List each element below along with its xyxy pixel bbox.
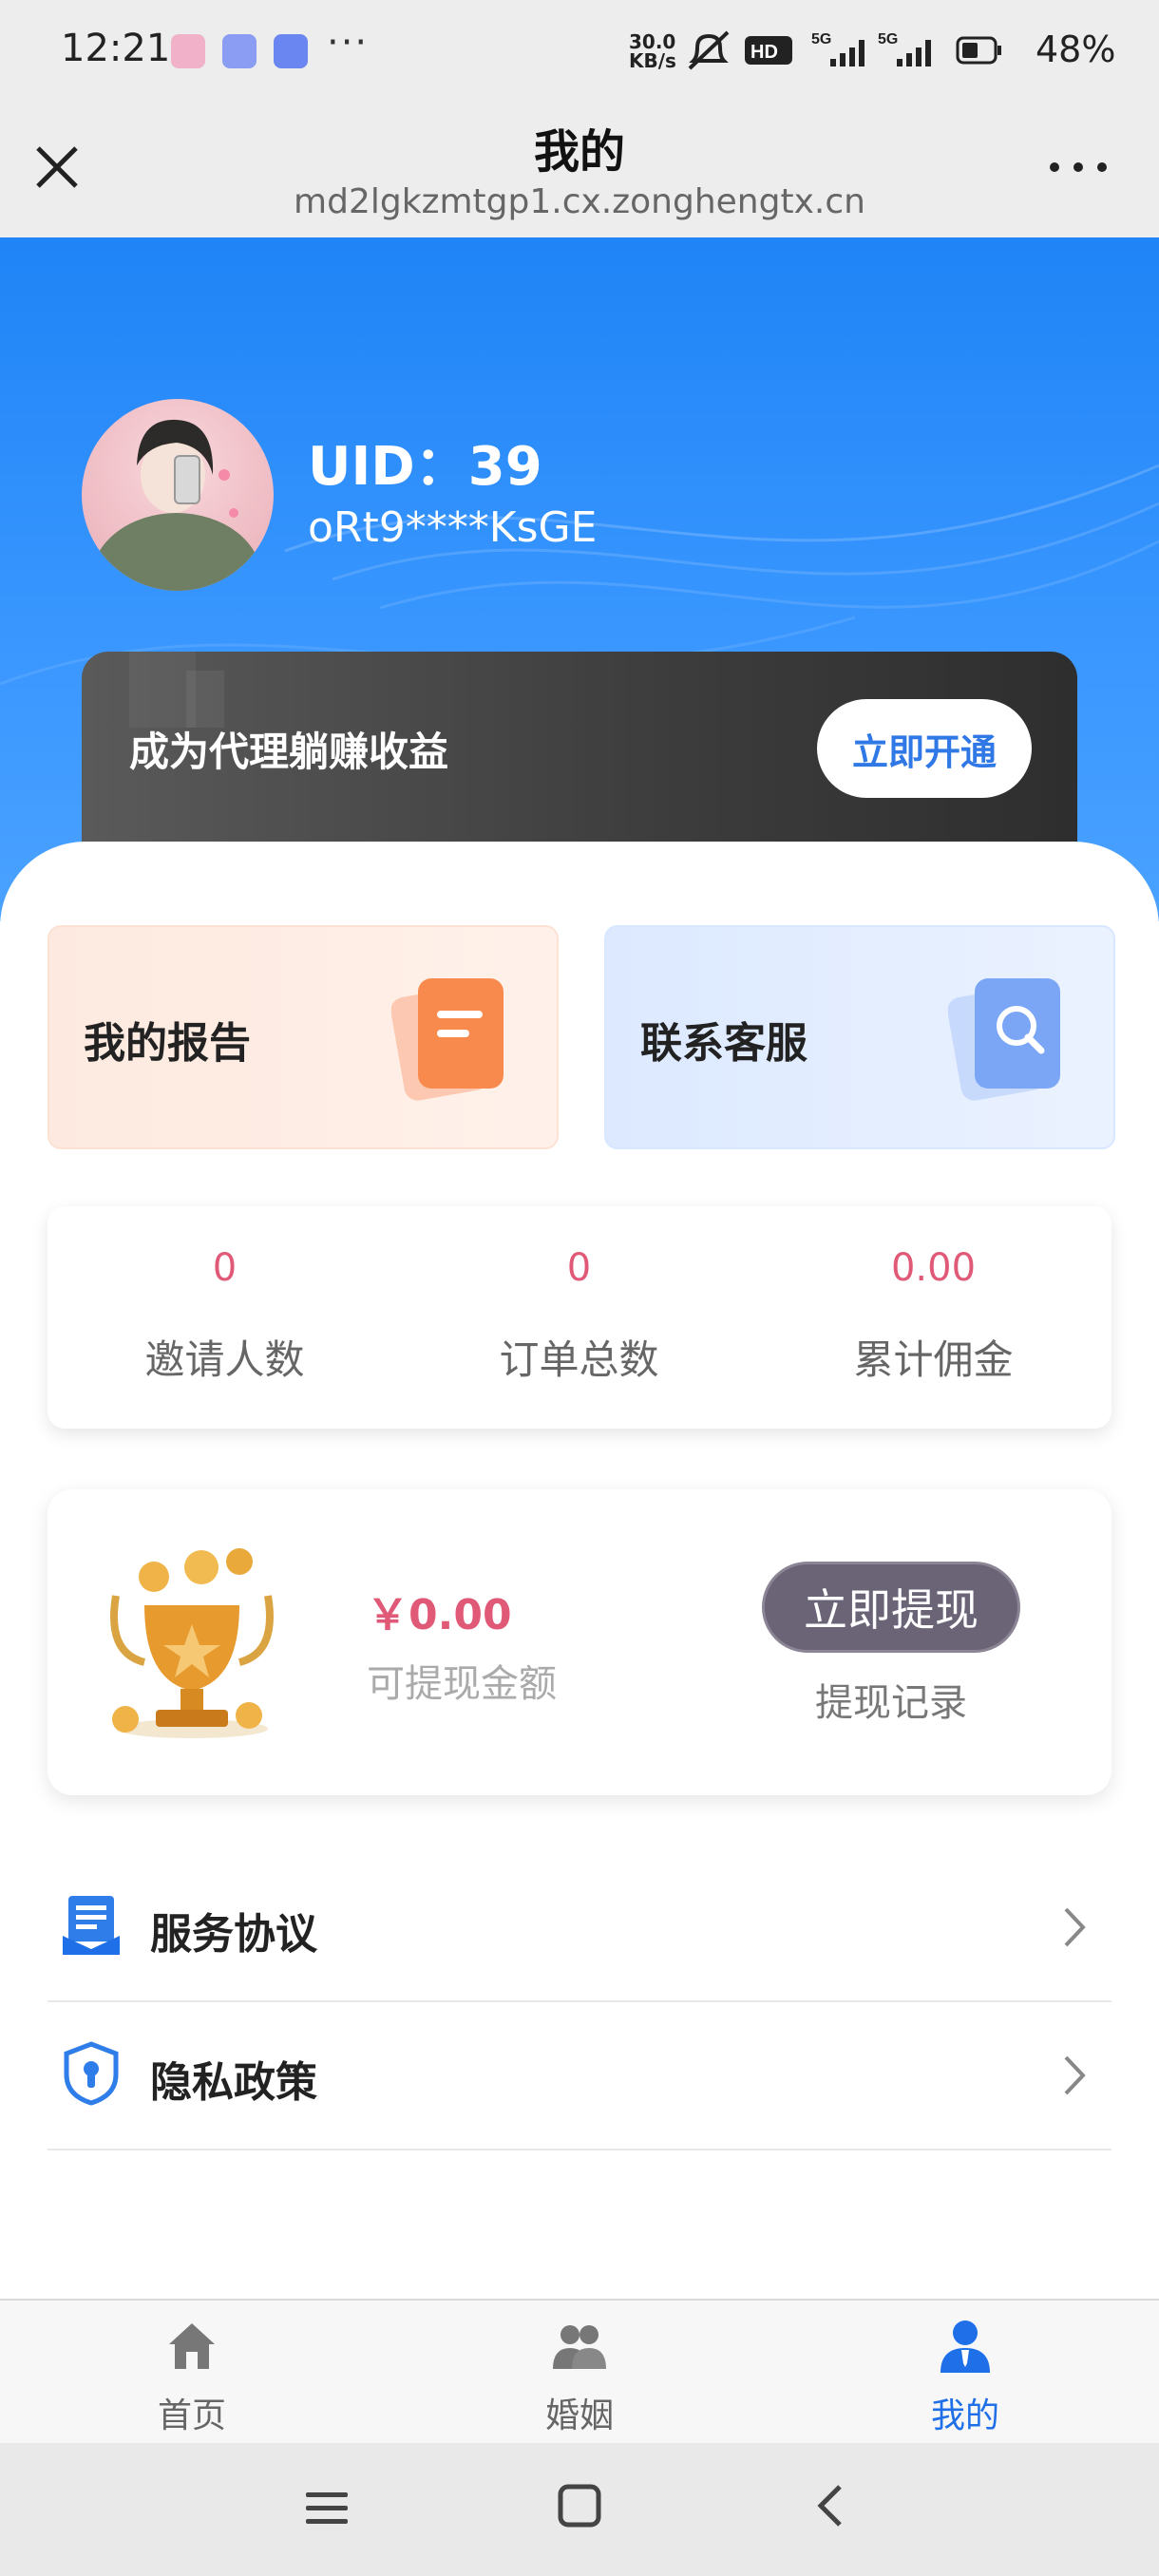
home-square-icon[interactable] [555, 2481, 604, 2530]
back-icon[interactable] [808, 2481, 857, 2530]
agreement-icon [63, 1896, 120, 1955]
withdrawable-label: 可提现金额 [367, 1662, 557, 1706]
tab-label: 我的 [930, 2396, 999, 2435]
svg-text:5G: 5G [878, 31, 898, 47]
status-time: 12:21 [61, 27, 171, 70]
contact-service-card[interactable]: 联系客服 [604, 925, 1115, 1149]
withdraw-record-link[interactable]: 提现记录 [762, 1672, 1020, 1727]
chevron-right-icon [1064, 1907, 1086, 1947]
stat-label: 邀请人数 [144, 1336, 305, 1383]
contact-service-label: 联系客服 [640, 1019, 808, 1068]
more-menu-icon[interactable] [1045, 150, 1112, 184]
my-report-card[interactable]: 我的报告 [48, 925, 559, 1149]
battery-percent: 48% [1036, 28, 1116, 70]
signal-icon-1: 5G [811, 31, 864, 66]
stat-invites[interactable]: 0 邀请人数 [48, 1206, 402, 1429]
privacy-policy-label: 隐私政策 [150, 2058, 317, 2107]
tab-mine[interactable]: 我的 [870, 2310, 1060, 2435]
user-icon [940, 2320, 990, 2373]
network-speed: 30.0 KB/s [629, 30, 676, 72]
activate-agent-button[interactable]: 立即开通 [817, 699, 1032, 798]
menu-privacy-policy[interactable]: 隐私政策 [48, 2000, 1112, 2150]
user-uid: UID：39 [308, 436, 542, 498]
menu-icon[interactable] [302, 2483, 352, 2532]
svg-text:5G: 5G [811, 31, 831, 47]
notification-app-icon [222, 34, 256, 68]
hd-icon: HD [745, 36, 792, 65]
privacy-shield-icon [64, 2041, 119, 2106]
more-notifications-icon: ··· [327, 21, 370, 65]
chevron-right-icon [1064, 2055, 1086, 2095]
tab-label: 首页 [157, 2396, 226, 2435]
stat-value: 0 [212, 1246, 238, 1290]
user-name: oRt9****KsGE [308, 503, 598, 552]
menu-service-agreement[interactable]: 服务协议 [48, 1852, 1112, 2002]
page-title: 我的 [533, 125, 625, 179]
stat-value: 0.00 [890, 1246, 977, 1290]
couple-icon [553, 2325, 606, 2369]
stats-card: 0 邀请人数 0 订单总数 0.00 累计佣金 [48, 1206, 1112, 1429]
trophy-coins-icon [110, 1548, 274, 1738]
home-icon [169, 2323, 215, 2369]
status-icons: HD 5G 5G [688, 30, 1001, 70]
stat-label: 订单总数 [499, 1336, 659, 1383]
withdraw-button[interactable]: 立即提现 [762, 1562, 1020, 1653]
stat-orders[interactable]: 0 订单总数 [402, 1206, 756, 1429]
page-url: md2lgkzmtgp1.cx.zonghengtx.cn [294, 182, 865, 221]
signal-icon-2: 5G [878, 31, 931, 66]
notification-app-icon [274, 34, 308, 68]
stat-label: 累计佣金 [853, 1336, 1014, 1383]
my-report-label: 我的报告 [84, 1019, 251, 1068]
service-agreement-label: 服务协议 [150, 1910, 317, 1959]
close-icon[interactable] [28, 139, 86, 196]
battery-icon [956, 36, 1001, 65]
agent-banner-text: 成为代理躺赚收益 [129, 729, 449, 775]
stat-commission[interactable]: 0.00 累计佣金 [756, 1206, 1111, 1429]
tab-home[interactable]: 首页 [97, 2310, 287, 2435]
customer-service-icon [948, 978, 1060, 1101]
notification-app-icon [171, 34, 205, 68]
tab-label: 婚姻 [544, 2396, 614, 2435]
stat-value: 0 [566, 1246, 592, 1290]
withdrawable-amount: ￥0.00 [367, 1591, 512, 1639]
avatar[interactable] [82, 399, 274, 591]
report-icon [391, 978, 504, 1101]
mute-icon [688, 30, 730, 70]
svg-text:HD: HD [750, 42, 778, 63]
tab-marriage[interactable]: 婚姻 [484, 2310, 674, 2435]
